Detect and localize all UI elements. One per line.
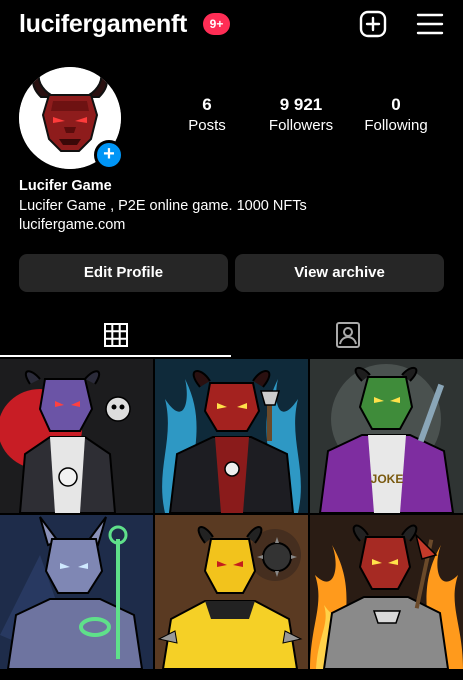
bio-link[interactable]: lucifergame.com: [19, 216, 449, 236]
post-thumbnail[interactable]: [0, 359, 153, 513]
posts-count: 6: [202, 95, 212, 114]
followers-label: Followers: [268, 117, 334, 134]
tagged-person-icon: [335, 321, 360, 348]
plus-square-icon[interactable]: [359, 10, 387, 38]
profile-bio: Lucifer Game Lucifer Game , P2E online g…: [19, 177, 449, 236]
post-thumbnail[interactable]: [155, 359, 308, 513]
username-title[interactable]: lucifergamenft: [19, 10, 187, 39]
view-archive-button[interactable]: View archive: [235, 254, 444, 292]
post-thumbnail[interactable]: [0, 515, 153, 669]
tab-tagged[interactable]: [232, 312, 463, 357]
following-label: Following: [364, 117, 428, 134]
edit-profile-button[interactable]: Edit Profile: [19, 254, 228, 292]
active-tab-indicator: [0, 355, 231, 357]
post-thumbnail[interactable]: [155, 515, 308, 669]
notification-badge[interactable]: 9+: [203, 13, 230, 35]
posts-label: Posts: [188, 117, 226, 134]
profile-name: Lucifer Game: [19, 178, 112, 194]
top-bar: lucifergamenft 9+: [0, 0, 463, 50]
grid-icon: [103, 322, 128, 347]
posts-grid: JOKE: [0, 359, 463, 680]
followers-stat[interactable]: 9 921 Followers: [256, 95, 346, 136]
followers-count: 9 921: [279, 95, 323, 114]
following-stat[interactable]: 0 Following: [351, 95, 441, 136]
post-thumbnail[interactable]: JOKE: [310, 359, 463, 513]
profile-tabs: [0, 312, 463, 357]
svg-text:JOKE: JOKE: [371, 472, 404, 486]
following-count: 0: [391, 95, 401, 114]
profile-avatar[interactable]: +: [19, 67, 124, 170]
bio-text: Lucifer Game , P2E online game. 1000 NFT…: [19, 197, 307, 214]
post-thumbnail[interactable]: [310, 515, 463, 669]
hamburger-menu-icon[interactable]: [416, 11, 444, 37]
posts-stat[interactable]: 6 Posts: [162, 95, 252, 136]
add-story-plus-icon[interactable]: +: [94, 140, 124, 170]
tab-posts-grid[interactable]: [0, 312, 231, 357]
